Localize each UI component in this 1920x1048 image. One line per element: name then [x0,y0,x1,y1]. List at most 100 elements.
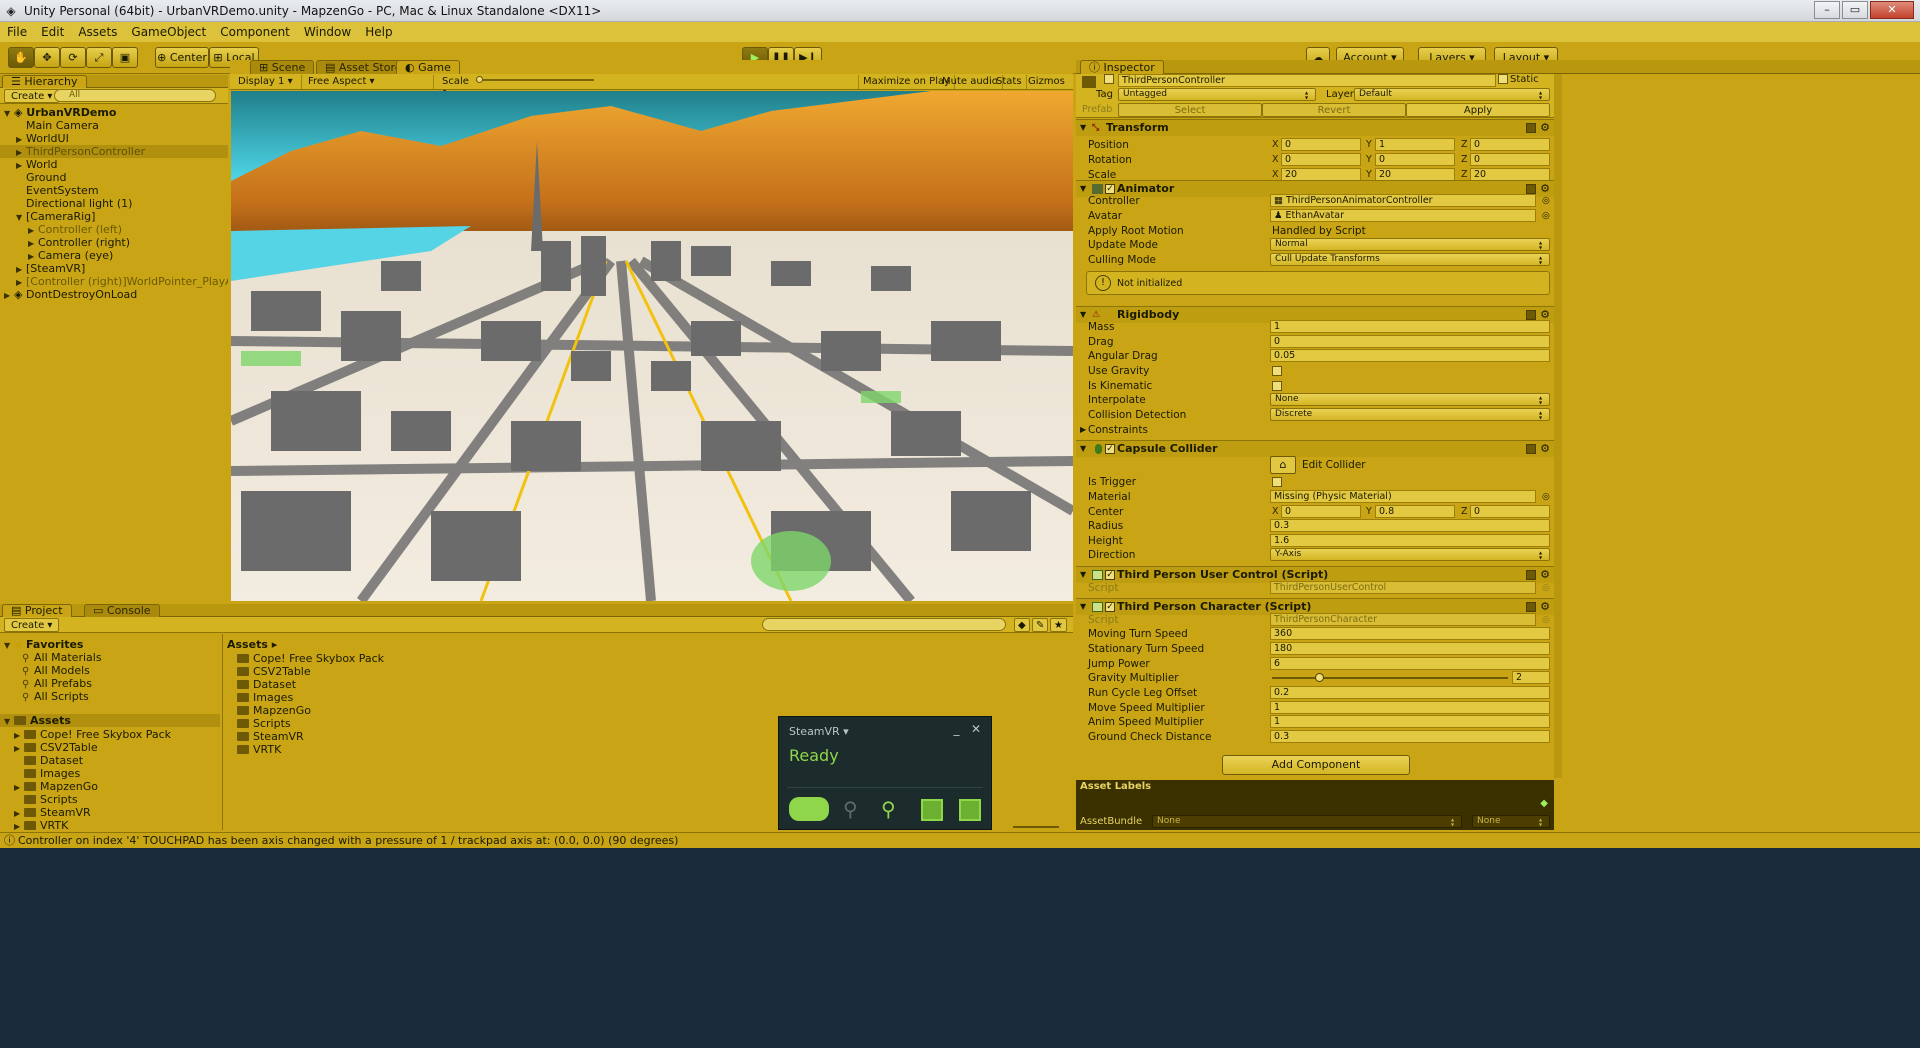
angular-drag-field[interactable]: 0.05 [1270,349,1550,362]
use-gravity-checkbox[interactable] [1272,366,1282,376]
hierarchy-item[interactable]: ▶ Camera (eye) [0,249,228,262]
asset-variant-dropdown[interactable]: None [1472,815,1550,828]
edit-collider-icon[interactable]: ⌂ [1270,456,1296,474]
scale-tool-icon[interactable]: ⤢ [86,47,112,68]
asset-tree-folder[interactable]: ▶ MapzenGo [14,780,98,793]
hierarchy-item[interactable]: ▶ [SteamVR] [0,262,228,275]
asset-folder[interactable]: CSV2Table [237,665,311,678]
ground-check-field[interactable]: 0.3 [1270,730,1550,743]
filter-type-icon[interactable]: ◆ [1014,618,1030,632]
assets-tree-header[interactable]: ▼ Assets [0,714,220,727]
filter-label-icon[interactable]: ✎ [1032,618,1049,632]
position-z-field[interactable]: 0 [1470,138,1550,151]
help-book-icon[interactable] [1526,123,1536,133]
label-tag-icon[interactable]: ◆ [1540,798,1548,809]
steamvr-minimize-button[interactable]: _ [953,722,959,736]
gravity-slider-track[interactable] [1272,673,1508,682]
object-name-field[interactable]: ThirdPersonController [1118,74,1496,87]
favorite-item[interactable]: ⚲ All Materials [22,651,102,664]
stationary-turn-field[interactable]: 180 [1270,642,1550,655]
display-dropdown[interactable]: Display 1 ▾ [234,75,302,89]
rect-tool-icon[interactable]: ▣ [112,47,138,68]
update-mode-dropdown[interactable]: Normal [1270,238,1550,251]
hierarchy-item[interactable]: ▶ World [0,158,228,171]
position-y-field[interactable]: 1 [1375,138,1455,151]
move-speed-field[interactable]: 1 [1270,701,1550,714]
tag-dropdown[interactable]: Untagged [1118,88,1316,101]
hierarchy-item[interactable]: ▶ WorldUI [0,132,228,145]
minimize-button[interactable]: – [1814,1,1840,19]
asset-folder[interactable]: MapzenGo [237,704,311,717]
material-field[interactable]: Missing (Physic Material) [1270,490,1536,503]
favorite-star-icon[interactable]: ★ [1050,618,1067,632]
moving-turn-field[interactable]: 360 [1270,627,1550,640]
prefab-apply-button[interactable]: Apply [1406,103,1550,117]
capsule-enabled-checkbox[interactable]: ✓ [1105,444,1115,454]
jump-power-field[interactable]: 6 [1270,657,1550,670]
run-cycle-field[interactable]: 0.2 [1270,686,1550,699]
radius-field[interactable]: 0.3 [1270,519,1550,532]
favorite-item[interactable]: ⚲ All Scripts [22,690,89,703]
gear-icon[interactable]: ⚙ [1540,441,1550,457]
scale-slider[interactable]: Scale 1x [438,75,608,100]
hierarchy-item[interactable]: Ground [0,171,228,184]
hierarchy-item[interactable]: ▶ ThirdPersonController [0,145,228,158]
center-z-field[interactable]: 0 [1470,505,1550,518]
asset-tree-folder[interactable]: Images [14,767,80,780]
asset-tree-folder[interactable]: ▶ CSV2Table [14,741,98,754]
menu-gameobject[interactable]: GameObject [124,25,213,39]
avatar-field[interactable]: ♟ EthanAvatar [1270,209,1536,222]
drag-field[interactable]: 0 [1270,335,1550,348]
rotate-tool-icon[interactable]: ⟳ [60,47,86,68]
stats-toggle[interactable]: Stats [992,75,1027,89]
anim-speed-field[interactable]: 1 [1270,715,1550,728]
tab-game[interactable]: ◐ Game [396,60,460,74]
controller-off-icon[interactable]: ⚲ [843,797,858,821]
hierarchy-create-button[interactable]: Create ▾ [4,89,60,103]
expand-arrow-icon[interactable]: ▶ [16,276,26,288]
position-x-field[interactable]: 0 [1281,138,1361,151]
headset-icon[interactable] [789,797,829,821]
hierarchy-item[interactable]: Main Camera [0,119,228,132]
prefab-revert-button[interactable]: Revert [1262,103,1406,117]
add-component-button[interactable]: Add Component [1222,755,1410,775]
collision-detection-dropdown[interactable]: Discrete [1270,408,1550,421]
base-station-2-icon[interactable] [959,799,981,821]
asset-tree-folder[interactable]: ▶ VRTK [14,819,68,832]
height-field[interactable]: 1.6 [1270,534,1550,547]
asset-tree-folder[interactable]: ▶ SteamVR [14,806,91,819]
is-trigger-checkbox[interactable] [1272,477,1282,487]
hierarchy-item[interactable]: ▼ [CameraRig] [0,210,228,223]
pivot-center-button[interactable]: ⊕ Center [155,47,209,68]
steamvr-title[interactable]: SteamVR ▾ [789,725,849,738]
asset-bundle-dropdown[interactable]: None [1152,815,1462,828]
hierarchy-item[interactable]: ▶[Controller (right)]WorldPointer_PlayAr… [0,275,228,288]
mass-field[interactable]: 1 [1270,320,1550,333]
menu-edit[interactable]: Edit [34,25,71,39]
hierarchy-item[interactable]: ▶ Controller (left) [0,223,228,236]
inspector-scrollbar[interactable] [1554,74,1562,778]
asset-folder[interactable]: Dataset [237,678,296,691]
animator-enabled-checkbox[interactable]: ✓ [1105,184,1115,194]
is-kinematic-checkbox[interactable] [1272,381,1282,391]
assets-breadcrumb[interactable]: Assets ▸ [227,638,277,651]
controller-field[interactable]: ▦ ThirdPersonAnimatorController [1270,194,1536,207]
tab-scene[interactable]: ⊞ Scene [250,60,315,74]
help-book-icon[interactable] [1526,444,1536,454]
active-checkbox[interactable] [1104,74,1114,84]
expand-arrow-icon[interactable]: ▶ [16,159,26,171]
steamvr-close-button[interactable]: ✕ [971,722,981,736]
help-book-icon[interactable] [1526,310,1536,320]
hierarchy-search-input[interactable]: All [54,89,216,102]
aspect-dropdown[interactable]: Free Aspect ▾ [304,75,434,89]
tpuc-enabled-checkbox[interactable]: ✓ [1105,570,1115,580]
menu-component[interactable]: Component [213,25,297,39]
tab-console[interactable]: ▭ Console [84,604,160,617]
tab-hierarchy[interactable]: ☰ Hierarchy [2,75,87,88]
move-tool-icon[interactable]: ✥ [34,47,60,68]
gravity-slider-thumb[interactable] [1315,673,1325,682]
gizmos-dropdown[interactable]: Gizmos ▾ [1024,75,1073,100]
project-create-button[interactable]: Create ▾ [4,618,60,632]
culling-mode-dropdown[interactable]: Cull Update Transforms [1270,253,1550,266]
constraints-row[interactable]: ▶ Constraints [1076,423,1554,437]
